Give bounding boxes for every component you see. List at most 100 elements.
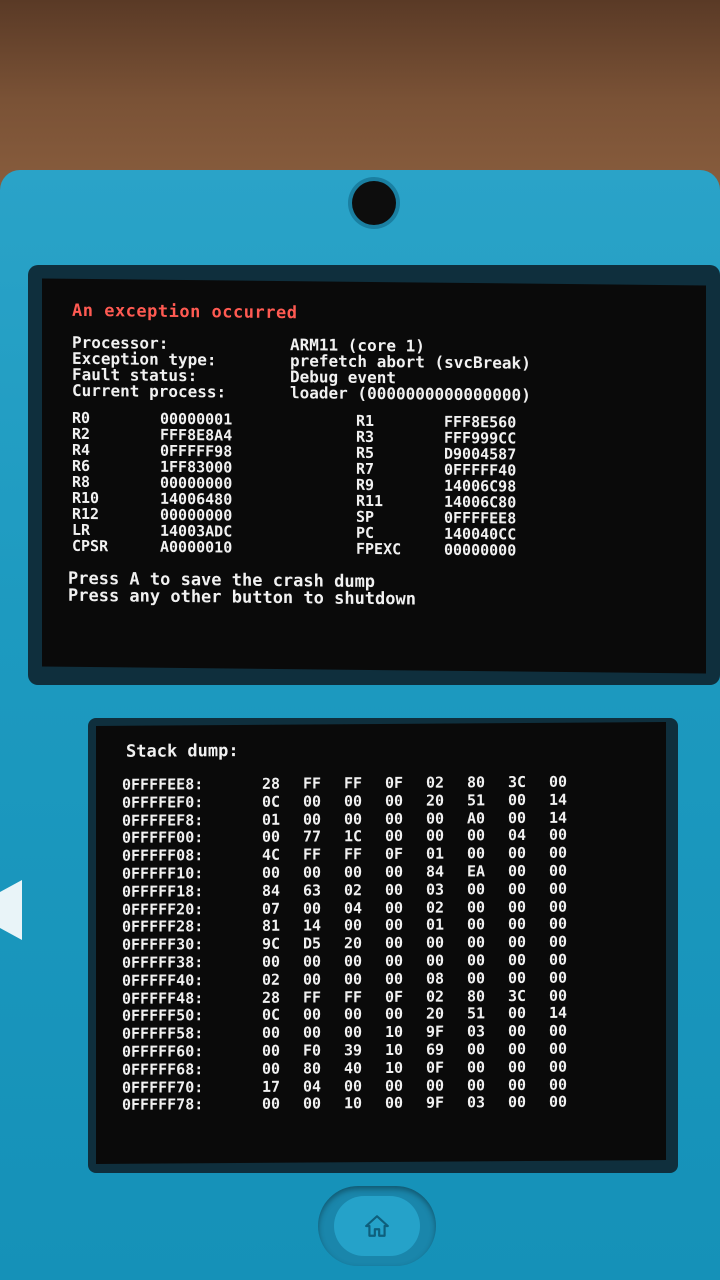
stack-byte: 00 xyxy=(262,1059,281,1078)
stack-byte: 00 xyxy=(385,791,404,810)
stack-address: 0FFFFF28: xyxy=(122,917,204,937)
register-name: R4 xyxy=(72,440,91,460)
stack-byte: FF xyxy=(303,845,322,864)
stack-byte: 81 xyxy=(262,917,281,936)
stack-byte: FF xyxy=(344,987,363,1006)
register-name: PC xyxy=(356,523,375,543)
stack-byte: 00 xyxy=(262,863,281,882)
register-name: CPSR xyxy=(72,536,109,556)
stack-byte: 02 xyxy=(426,987,445,1006)
stack-byte: 00 xyxy=(508,1057,527,1076)
info-value: loader (0000000000000000) xyxy=(290,383,531,405)
stack-byte: 00 xyxy=(385,827,404,846)
stack-byte: 39 xyxy=(344,1041,363,1060)
top-screen: An exception occurred Processor: ARM11 (c… xyxy=(42,278,706,674)
stack-byte: 4C xyxy=(262,845,281,865)
stack-byte: 00 xyxy=(385,809,404,828)
stack-address: 0FFFFF30: xyxy=(122,935,204,954)
stack-byte: 00 xyxy=(549,897,568,916)
stack-byte: 00 xyxy=(549,843,568,863)
stack-row: 0FFFFF68: 00 80 40 10 0F 00 00 00 xyxy=(122,1057,590,1079)
stack-byte: 03 xyxy=(467,1093,486,1112)
stack-byte: 00 xyxy=(467,969,486,988)
stack-byte: 00 xyxy=(508,808,527,827)
stack-byte: 00 xyxy=(344,791,363,811)
register-name: R10 xyxy=(72,488,100,508)
stack-byte: 00 xyxy=(303,899,322,918)
stack-byte: 10 xyxy=(385,1023,404,1042)
stack-byte: 00 xyxy=(508,968,527,987)
stack-address: 0FFFFF08: xyxy=(122,846,204,865)
register-name: LR xyxy=(72,520,91,540)
stack-byte: 28 xyxy=(262,988,281,1007)
stack-byte: 0F xyxy=(385,773,404,792)
stack-byte: 51 xyxy=(467,1004,486,1023)
stack-byte: 80 xyxy=(467,986,486,1005)
stack-address: 0FFFFF18: xyxy=(122,882,204,901)
register-value: A0000010 xyxy=(160,537,233,557)
stack-byte: 00 xyxy=(344,952,363,971)
stack-byte: 00 xyxy=(467,880,486,899)
stack-byte: 00 xyxy=(508,1022,527,1041)
stack-byte: 3C xyxy=(508,986,527,1005)
stack-address: 0FFFFEF8: xyxy=(122,810,204,830)
stack-byte: 03 xyxy=(467,1022,486,1041)
stack-byte: 00 xyxy=(508,1075,527,1094)
stack-byte: 00 xyxy=(549,968,568,987)
stack-byte: EA xyxy=(467,862,486,881)
stack-address: 0FFFFF78: xyxy=(122,1095,204,1115)
stack-byte: 00 xyxy=(549,772,568,791)
stack-address: 0FFFFF58: xyxy=(122,1024,204,1043)
stack-address: 0FFFFF20: xyxy=(122,899,204,919)
stack-byte: 00 xyxy=(262,828,281,847)
stack-byte: 00 xyxy=(344,916,363,935)
stack-byte: 04 xyxy=(508,826,527,845)
register-name: R0 xyxy=(72,408,91,428)
stack-byte: 00 xyxy=(385,862,404,881)
stack-byte: 00 xyxy=(344,809,363,828)
bottom-screen: Stack dump: 0FFFFEE8: 28 FF FF 0F 02 80 3C 00 0FF… xyxy=(96,722,666,1164)
exception-info-row: Current process: loader (0000000000000000… xyxy=(72,381,531,405)
stack-byte: 00 xyxy=(549,1057,568,1076)
stack-byte: 00 xyxy=(303,1094,322,1113)
stack-byte: 14 xyxy=(549,808,568,827)
stack-byte: 00 xyxy=(385,951,404,970)
stack-byte: 00 xyxy=(385,916,404,935)
stack-byte: 40 xyxy=(344,1058,363,1078)
stack-byte: 00 xyxy=(303,952,322,971)
stack-byte: 00 xyxy=(303,863,322,882)
stack-byte: 08 xyxy=(426,969,445,988)
shutdown-prompt: Press any other button to shutdown xyxy=(68,585,416,610)
stack-address: 0FFFFF48: xyxy=(122,988,204,1008)
stack-byte: 14 xyxy=(303,916,322,935)
stack-byte: 00 xyxy=(467,897,486,916)
stack-byte: 03 xyxy=(426,880,445,899)
stack-byte: 00 xyxy=(385,1005,404,1024)
stack-byte: 00 xyxy=(508,1093,527,1112)
stack-byte: 00 xyxy=(303,792,322,811)
stack-byte: 02 xyxy=(344,880,363,900)
stack-byte: 00 xyxy=(426,951,445,970)
stack-byte: 00 xyxy=(426,933,445,952)
register-name: FPEXC xyxy=(356,539,402,559)
stack-byte: 00 xyxy=(303,1023,322,1042)
stack-byte: 00 xyxy=(344,969,363,989)
stack-byte: 00 xyxy=(426,809,445,828)
stack-byte: 14 xyxy=(549,790,568,809)
register-name: R8 xyxy=(72,472,91,492)
stack-byte: 28 xyxy=(262,774,281,793)
stack-byte: 00 xyxy=(385,934,404,953)
stack-byte: 84 xyxy=(426,862,445,881)
stack-byte: 00 xyxy=(549,1021,568,1041)
stack-address: 0FFFFF68: xyxy=(122,1060,204,1079)
stack-byte: 80 xyxy=(467,773,486,792)
stack-byte: 01 xyxy=(426,844,445,863)
stack-byte: 20 xyxy=(426,1004,445,1024)
home-button[interactable] xyxy=(334,1196,420,1256)
register-name: R1 xyxy=(356,411,375,431)
stack-byte: 1C xyxy=(344,827,363,846)
stack-address: 0FFFFEF0: xyxy=(122,793,204,812)
stack-address: 0FFFFF10: xyxy=(122,864,204,883)
register-name: R7 xyxy=(356,459,375,479)
register-name: R2 xyxy=(72,424,91,444)
